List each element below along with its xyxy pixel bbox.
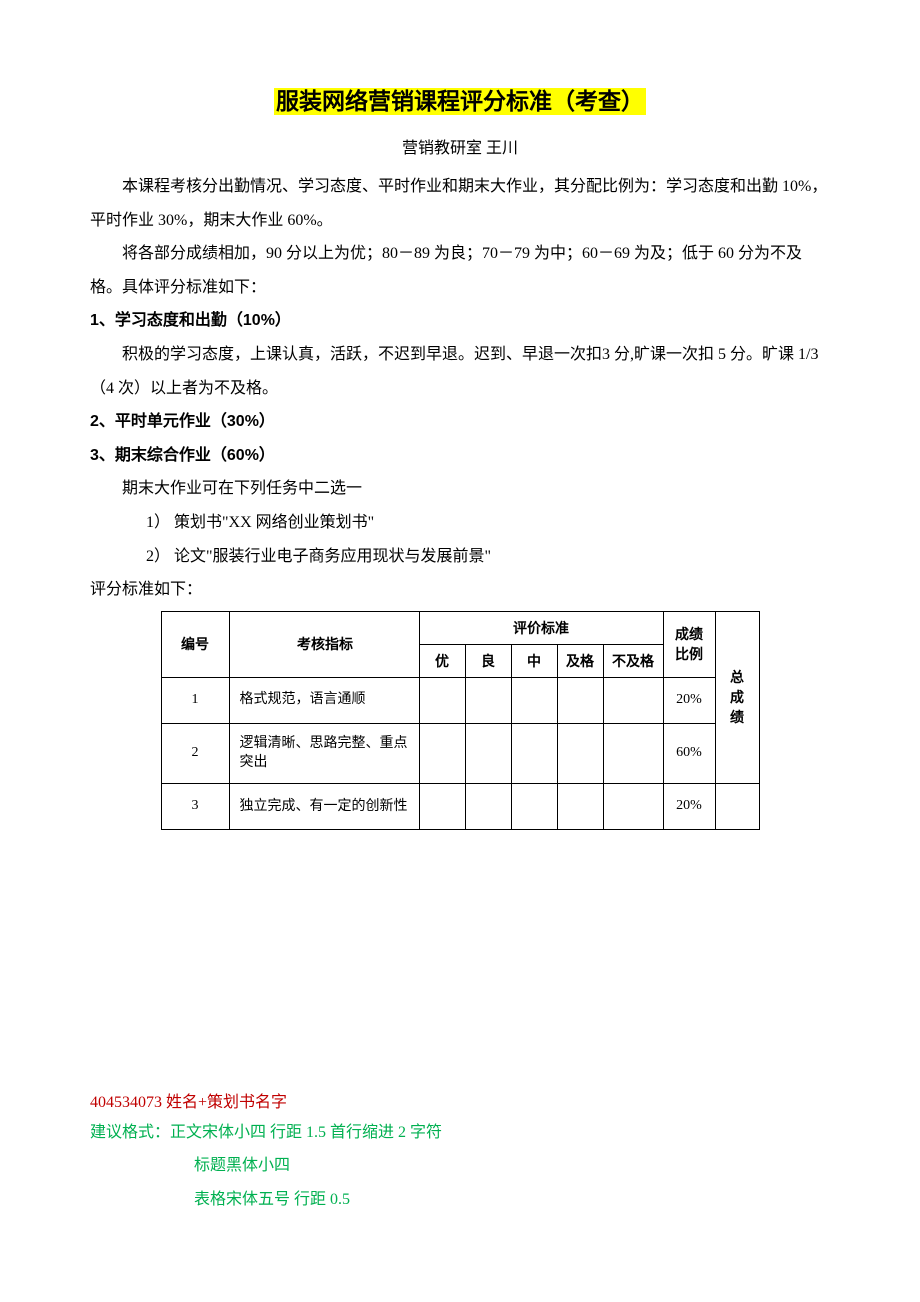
header-num: 编号 [161,611,229,677]
cell-empty [603,783,663,829]
format-suggestion-3: 表格宋体五号 行距 0.5 [90,1183,830,1217]
document-title: 服装网络营销课程评分标准（考查） [90,82,830,116]
cell-empty [557,677,603,723]
cell-empty [465,723,511,783]
header-standard: 评价标准 [419,611,663,644]
grading-table: 编号 考核指标 评价标准 成绩比例 总成绩 优 良 中 及格 不及格 1 格式规… [161,611,760,830]
section-heading-3: 3、期末综合作业（60%） [90,439,830,473]
cell-empty [419,723,465,783]
header-metric: 考核指标 [229,611,419,677]
table-row: 2 逻辑清晰、思路完整、重点突出 60% [161,723,759,783]
cell-empty [557,723,603,783]
grade-excellent: 优 [419,644,465,677]
cell-empty [603,677,663,723]
table-label: 评分标准如下： [90,573,830,607]
cell-empty [465,677,511,723]
row1-ratio: 20% [663,677,715,723]
author-line: 营销教研室 王川 [90,134,830,158]
header-ratio: 成绩比例 [663,611,715,677]
cell-empty [603,723,663,783]
section-heading-2: 2、平时单元作业（30%） [90,405,830,439]
row2-ratio: 60% [663,723,715,783]
table-row: 3 独立完成、有一定的创新性 20% [161,783,759,829]
row2-num: 2 [161,723,229,783]
row3-metric: 独立完成、有一定的创新性 [229,783,419,829]
format-suggestion-1: 建议格式：正文宋体小四 行距 1.5 首行缩进 2 字符 [90,1116,830,1150]
cell-empty [511,783,557,829]
row1-num: 1 [161,677,229,723]
cell-empty [715,783,759,829]
grade-fail: 不及格 [603,644,663,677]
option-1: 1） 策划书"XX 网络创业策划书" [90,506,830,540]
cell-empty [419,677,465,723]
cell-empty [419,783,465,829]
cell-empty [557,783,603,829]
option-2: 2） 论文"服装行业电子商务应用现状与发展前景" [90,540,830,574]
row3-ratio: 20% [663,783,715,829]
footer-block: 404534073 姓名+策划书名字 建议格式：正文宋体小四 行距 1.5 首行… [90,1090,830,1216]
cell-empty [511,677,557,723]
table-header-row-1: 编号 考核指标 评价标准 成绩比例 总成绩 [161,611,759,644]
paragraph-intro-1: 本课程考核分出勤情况、学习态度、平时作业和期末大作业，其分配比例为：学习态度和出… [90,170,830,237]
row3-num: 3 [161,783,229,829]
title-highlight: 服装网络营销课程评分标准（考查） [274,88,646,115]
cell-empty [511,723,557,783]
table-row: 1 格式规范，语言通顺 20% [161,677,759,723]
final-task-intro: 期末大作业可在下列任务中二选一 [90,472,830,506]
section-heading-1: 1、学习态度和出勤（10%） [90,304,830,338]
grade-good: 良 [465,644,511,677]
grade-medium: 中 [511,644,557,677]
header-total: 总成绩 [715,611,759,783]
format-suggestion-2: 标题黑体小四 [90,1149,830,1183]
row1-metric: 格式规范，语言通顺 [229,677,419,723]
cell-empty [465,783,511,829]
paragraph-attendance: 积极的学习态度，上课认真，活跃，不迟到早退。迟到、早退一次扣3 分,旷课一次扣 … [90,338,830,405]
grade-pass: 及格 [557,644,603,677]
submission-id: 404534073 姓名+策划书名字 [90,1090,830,1116]
row2-metric: 逻辑清晰、思路完整、重点突出 [229,723,419,783]
paragraph-intro-2: 将各部分成绩相加，90 分以上为优；80－89 为良；70－79 为中；60－6… [90,237,830,304]
